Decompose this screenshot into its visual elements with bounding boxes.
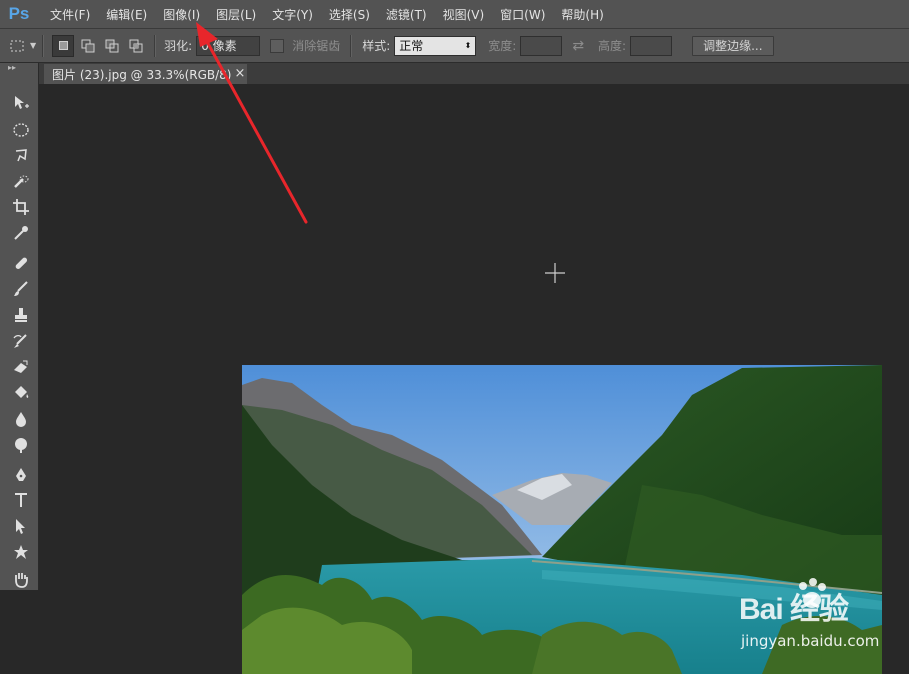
document-tab-bar: 图片 (23).jpg @ 33.3%(RGB/8) ×: [39, 63, 909, 84]
menu-image[interactable]: 图像(I): [155, 6, 208, 23]
menu-edit[interactable]: 编辑(E): [98, 6, 155, 23]
baidu-jingyan-watermark: Bai 经验 jingyan.baidu.com: [739, 576, 909, 656]
antialias-label: 消除锯齿: [292, 39, 341, 53]
menu-window[interactable]: 窗口(W): [492, 6, 553, 23]
tools-panel: ▸▸: [0, 63, 39, 590]
feather-input[interactable]: 0 像素: [196, 35, 261, 56]
menu-bar: Ps 文件(F) 编辑(E) 图像(I) 图层(L) 文字(Y) 选择(S) 滤…: [0, 0, 909, 29]
document-tab-title: 图片 (23).jpg @ 33.3%(RGB/8): [52, 67, 232, 82]
close-icon[interactable]: ×: [233, 64, 247, 84]
height-label: 高度:: [598, 39, 627, 53]
select-arrows-icon: ⬍: [464, 40, 472, 50]
menu-file[interactable]: 文件(F): [42, 6, 98, 23]
brush-icon[interactable]: [9, 279, 33, 299]
style-select-value: 正常: [399, 39, 424, 53]
crop-icon[interactable]: [9, 197, 33, 217]
width-input[interactable]: [520, 35, 563, 56]
menu-select[interactable]: 选择(S): [321, 6, 378, 23]
photoshop-logo: Ps: [8, 4, 30, 23]
height-input[interactable]: [630, 35, 673, 56]
blur-icon[interactable]: [9, 409, 33, 429]
add-to-selection-icon[interactable]: [78, 36, 98, 56]
document-tab[interactable]: 图片 (23).jpg @ 33.3%(RGB/8) ×: [44, 64, 247, 84]
menu-help[interactable]: 帮助(H): [553, 6, 611, 23]
crosshair-cursor-icon: [545, 263, 565, 283]
menu-layer[interactable]: 图层(L): [208, 6, 264, 23]
history-brush-icon[interactable]: [9, 331, 33, 351]
intersect-selection-icon[interactable]: [126, 36, 146, 56]
dodge-icon[interactable]: [9, 435, 33, 455]
separator: [42, 34, 45, 57]
subtract-from-selection-icon[interactable]: [102, 36, 122, 56]
canvas-area[interactable]: Bai 经验 jingyan.baidu.com: [39, 84, 909, 674]
options-bar: ▼ 羽化: 0 像素 消除锯齿 样式: 正常 ⬍ 宽度: ⇄ 高度: 调整边缘.…: [0, 29, 909, 63]
pen-icon[interactable]: [9, 465, 33, 485]
lasso-icon[interactable]: [9, 146, 33, 166]
eraser-icon[interactable]: [9, 357, 33, 377]
custom-shape-icon[interactable]: [9, 542, 33, 562]
antialias-checkbox[interactable]: [270, 38, 285, 53]
clone-stamp-icon[interactable]: [9, 305, 33, 325]
elliptical-marquee-icon[interactable]: [9, 120, 33, 140]
watermark-brand: Bai 经验: [739, 593, 849, 626]
feather-label: 羽化:: [164, 39, 193, 53]
hand-icon[interactable]: [9, 569, 33, 589]
separator: [350, 34, 353, 57]
rectangular-marquee-preset-icon[interactable]: [6, 35, 28, 57]
path-selection-icon[interactable]: [9, 516, 33, 536]
watermark-url: jingyan.baidu.com: [741, 632, 880, 650]
move-icon[interactable]: [9, 93, 33, 113]
style-label: 样式:: [362, 39, 391, 53]
swap-dimensions-icon[interactable]: ⇄: [572, 38, 584, 54]
panel-collapse-icon[interactable]: ▸▸: [0, 63, 38, 73]
quick-selection-icon[interactable]: [9, 172, 33, 192]
eyedropper-icon[interactable]: [9, 223, 33, 243]
width-label: 宽度:: [488, 39, 517, 53]
tool-preset-dropdown-icon[interactable]: ▼: [30, 41, 36, 50]
menu-view[interactable]: 视图(V): [435, 6, 493, 23]
menu-filter[interactable]: 滤镜(T): [378, 6, 435, 23]
menu-type[interactable]: 文字(Y): [264, 6, 321, 23]
type-icon[interactable]: [9, 490, 33, 510]
healing-brush-icon[interactable]: [9, 253, 33, 273]
refine-edge-button[interactable]: 调整边缘...: [692, 35, 774, 56]
new-selection-icon[interactable]: [52, 34, 75, 57]
paint-bucket-icon[interactable]: [9, 383, 33, 403]
separator: [154, 34, 157, 57]
style-select[interactable]: 正常 ⬍: [394, 35, 477, 56]
